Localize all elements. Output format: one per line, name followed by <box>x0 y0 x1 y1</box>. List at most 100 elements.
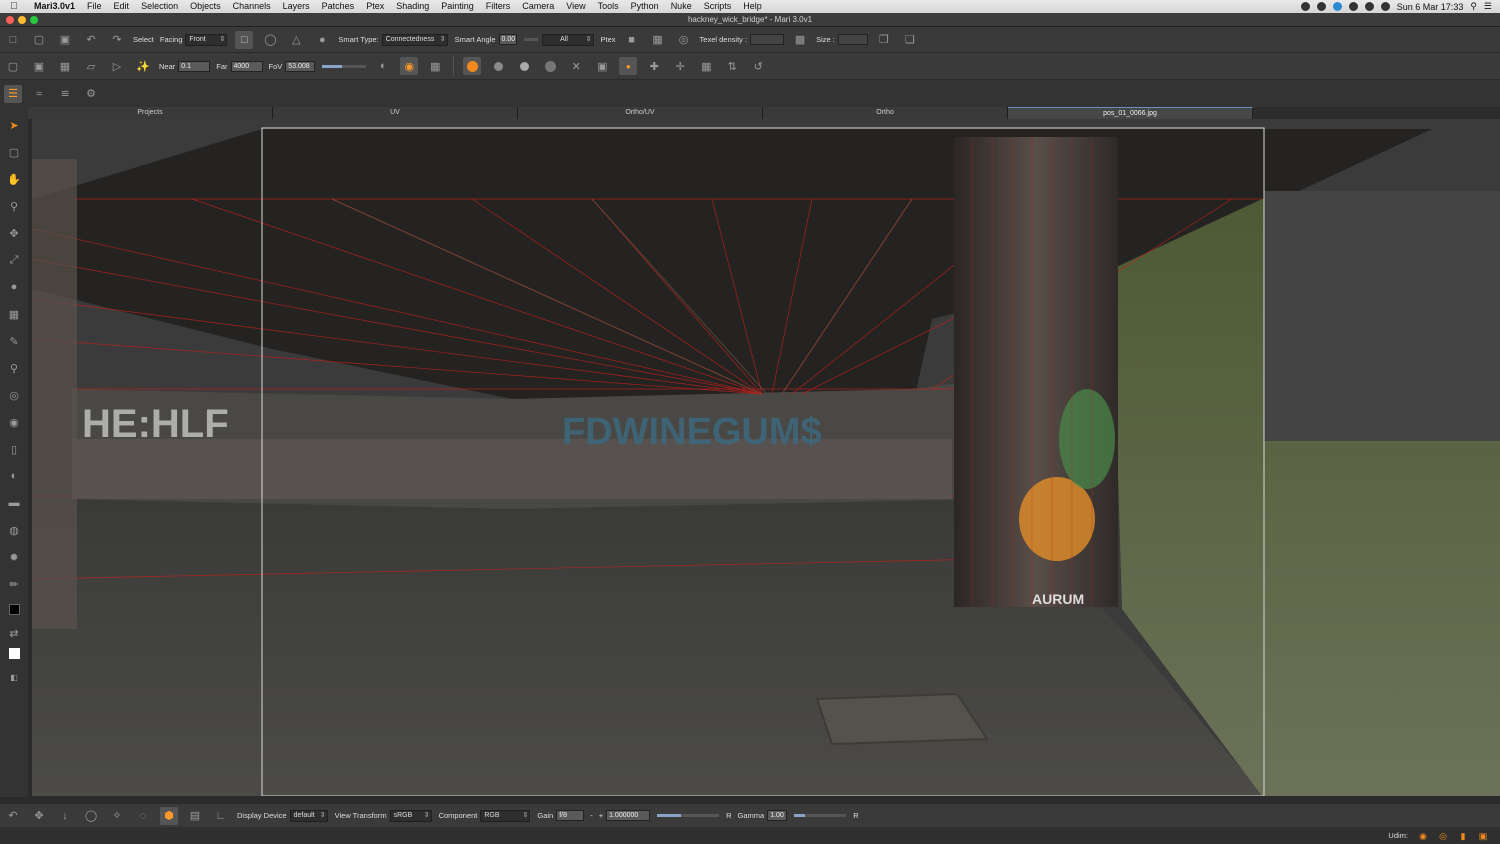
grid-tool-icon[interactable]: ▦ <box>5 304 23 324</box>
gain-field[interactable]: f/8 <box>556 810 585 821</box>
view-transform-select[interactable]: sRGB <box>389 809 432 822</box>
copy-icon[interactable]: ❐ <box>875 31 893 49</box>
menu-painting[interactable]: Painting <box>435 0 480 13</box>
smart-angle-slider[interactable] <box>523 38 538 41</box>
far-field[interactable]: 4000 <box>230 60 263 72</box>
texel-globe-icon[interactable]: ◎ <box>675 31 693 49</box>
fill-tool-icon[interactable]: ● <box>5 277 23 297</box>
gamma-reset-label[interactable]: R <box>853 811 858 820</box>
gradient-tool-icon[interactable]: ▬ <box>5 493 23 513</box>
focus-icon[interactable]: ▦ <box>56 57 74 75</box>
swap-colors-icon[interactable]: ⇄ <box>5 623 23 643</box>
udim-shading-icon[interactable]: ◉ <box>1418 831 1428 841</box>
menu-layers[interactable]: Layers <box>277 0 316 13</box>
ptex-grid-icon[interactable]: ▦ <box>649 31 667 49</box>
menu-objects[interactable]: Objects <box>184 0 227 13</box>
tab-pos-image[interactable]: pos_01_0066.jpg <box>1008 107 1253 119</box>
gain-plus-button[interactable]: + <box>599 811 603 820</box>
ptex-resize-icon[interactable]: ■ <box>623 31 641 49</box>
projector-icon[interactable]: ▷ <box>108 57 126 75</box>
menu-filters[interactable]: Filters <box>480 0 517 13</box>
smart-angle-field[interactable]: 0.00 <box>498 34 517 45</box>
burn-tool-icon[interactable]: ✹ <box>5 547 23 567</box>
down-arrow-icon[interactable]: ↓ <box>56 807 74 825</box>
clock[interactable]: Sun 6 Mar 17:33 <box>1397 2 1464 12</box>
gamma-field[interactable]: 1.00 <box>767 810 788 821</box>
menu-shading[interactable]: Shading <box>390 0 435 13</box>
menu-help[interactable]: Help <box>737 0 768 13</box>
eraser-tool-icon[interactable]: ▯ <box>5 439 23 459</box>
pin-icon[interactable]: ● <box>619 57 638 75</box>
slice-tool-icon[interactable]: ◍ <box>5 520 23 540</box>
smart-type-select[interactable]: Connectedness <box>381 33 448 46</box>
menu-ptex[interactable]: Ptex <box>360 0 390 13</box>
foreground-color-swatch[interactable] <box>8 604 20 615</box>
component-select[interactable]: RGB <box>480 809 531 822</box>
rect-select-icon[interactable]: □ <box>235 30 254 49</box>
grid-icon[interactable]: ▦ <box>697 57 715 75</box>
orbit-icon[interactable]: ◯ <box>82 807 100 825</box>
open-file-icon[interactable]: ▢ <box>30 31 48 49</box>
select-tool-icon[interactable]: ▢ <box>5 142 23 162</box>
clone-tool-icon[interactable]: ◎ <box>5 385 23 405</box>
pointer-tool-icon[interactable]: ➤ <box>5 115 23 135</box>
lut-icon[interactable]: ▤ <box>186 807 204 825</box>
tab-ortho[interactable]: Ortho <box>763 107 1008 119</box>
paint-mode-icon[interactable]: ◉ <box>400 57 419 75</box>
paint-tool-icon[interactable]: ✎ <box>5 331 23 351</box>
layer-settings-icon[interactable]: ⚙ <box>82 85 100 103</box>
spotlight-icon[interactable]: ⚲ <box>1470 1 1477 12</box>
shading-toggle-icon[interactable]: ◐ <box>374 57 392 75</box>
axis-y-icon[interactable]: ✛ <box>671 57 689 75</box>
apple-icon[interactable]:  <box>0 1 28 12</box>
fov-field[interactable]: 53.008 <box>285 60 316 72</box>
menu-scripts[interactable]: Scripts <box>698 0 738 13</box>
snap-icon[interactable]: ⇅ <box>723 57 741 75</box>
camera-frame-icon[interactable]: ▢ <box>4 57 22 75</box>
exposure-slider[interactable] <box>657 814 720 817</box>
save-file-icon[interactable]: ▣ <box>56 31 74 49</box>
exposure-field[interactable]: 1.000000 <box>606 810 651 821</box>
redo-icon[interactable]: ↷ <box>108 31 126 49</box>
flat-shading-icon[interactable] <box>489 57 507 75</box>
reset-colors-icon[interactable]: ◧ <box>5 667 23 687</box>
menu-channels[interactable]: Channels <box>227 0 277 13</box>
colorspace-toggle-icon[interactable]: ⬢ <box>160 806 178 825</box>
layer-stack-icon[interactable]: ≈ <box>30 85 48 103</box>
gamma-slider[interactable] <box>794 814 847 817</box>
picker-tool-icon[interactable]: ✏ <box>5 574 23 594</box>
curve-icon[interactable]: ∟ <box>212 807 230 825</box>
lasso-select-icon[interactable]: ◯ <box>261 31 279 49</box>
zoom-tool-icon[interactable]: ⚲ <box>5 196 23 216</box>
udim-target-icon[interactable]: ◎ <box>1438 831 1448 841</box>
udim-memory-icon[interactable]: ▮ <box>1458 831 1468 841</box>
size-field[interactable] <box>837 34 868 45</box>
texture-view-icon[interactable]: ▦ <box>426 57 444 75</box>
volume-icon[interactable] <box>1364 2 1374 11</box>
move-tool-icon[interactable]: ✥ <box>5 223 23 243</box>
unlit-shading-icon[interactable] <box>541 57 559 75</box>
fov-slider[interactable] <box>322 64 367 68</box>
gain-minus-button[interactable]: - <box>590 811 593 820</box>
camera-icon[interactable]: ▣ <box>30 57 48 75</box>
bluetooth-icon[interactable] <box>1300 2 1310 11</box>
tab-ortho-uv[interactable]: Ortho/UV <box>518 107 763 119</box>
pin-tool-icon[interactable]: ⚲ <box>5 358 23 378</box>
track-icon[interactable]: ✧ <box>108 807 126 825</box>
tab-uv[interactable]: UV <box>273 107 518 119</box>
undo-icon[interactable]: ↶ <box>82 31 100 49</box>
move-view-icon[interactable]: ✥ <box>30 807 48 825</box>
dolly-icon[interactable]: ◌ <box>134 807 152 825</box>
background-color-swatch[interactable] <box>8 648 20 659</box>
size-icon[interactable]: ▩ <box>791 31 809 49</box>
full-shading-icon[interactable] <box>463 57 482 75</box>
axis-x-icon[interactable]: ✚ <box>645 57 663 75</box>
tab-projects[interactable]: Projects <box>28 107 273 119</box>
wifi-icon[interactable] <box>1380 2 1390 11</box>
menu-nuke[interactable]: Nuke <box>665 0 698 13</box>
menu-selection[interactable]: Selection <box>135 0 184 13</box>
new-file-icon[interactable]: □ <box>4 31 22 49</box>
brush-select-icon[interactable]: ● <box>313 31 331 49</box>
menu-python[interactable]: Python <box>625 0 665 13</box>
timemachine-icon[interactable] <box>1348 2 1358 11</box>
